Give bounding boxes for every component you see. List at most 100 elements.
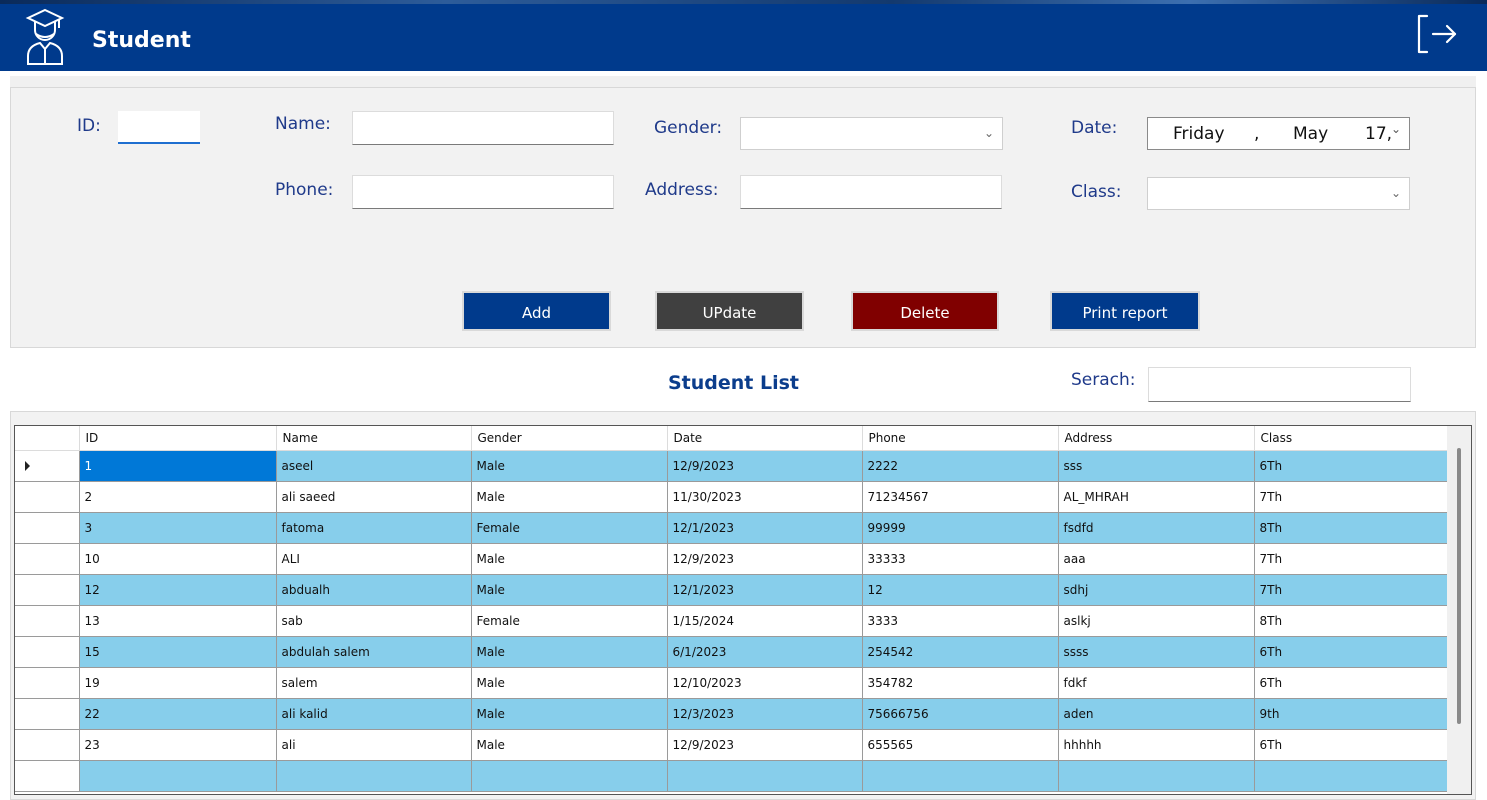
table-cell[interactable]: AL_MHRAH <box>1058 481 1255 513</box>
column-header-id[interactable]: ID <box>79 426 277 451</box>
table-cell[interactable]: 99999 <box>862 512 1059 544</box>
table-row[interactable]: 1 aseel Male 12/9/2023 2222 sss 6Th <box>15 450 1450 482</box>
table-cell[interactable]: 254542 <box>862 636 1059 668</box>
gender-select[interactable]: ⌄ <box>740 117 1003 150</box>
table-cell[interactable]: 11/30/2023 <box>667 481 863 513</box>
table-cell[interactable]: 33333 <box>862 543 1059 575</box>
table-cell[interactable]: abdualh <box>276 574 472 606</box>
scrollbar-thumb[interactable] <box>1457 448 1461 724</box>
name-input[interactable] <box>352 111 614 145</box>
table-cell[interactable]: 1/15/2024 <box>667 605 863 637</box>
table-cell[interactable]: 6Th <box>1254 450 1450 482</box>
column-header-phone[interactable]: Phone <box>862 426 1059 451</box>
table-cell[interactable]: 1 <box>79 450 277 482</box>
table-cell[interactable]: Male <box>471 543 668 575</box>
table-cell[interactable]: 2 <box>79 481 277 513</box>
table-cell[interactable]: fdkf <box>1058 667 1255 699</box>
row-header[interactable] <box>15 729 80 761</box>
table-cell[interactable]: 12/10/2023 <box>667 667 863 699</box>
logout-icon[interactable] <box>1413 10 1461 58</box>
table-cell[interactable]: 22 <box>79 698 277 730</box>
table-cell[interactable]: sss <box>1058 450 1255 482</box>
table-cell[interactable]: 12/9/2023 <box>667 450 863 482</box>
row-header[interactable] <box>15 481 80 513</box>
table-cell[interactable]: 6/1/2023 <box>667 636 863 668</box>
table-cell[interactable]: 2222 <box>862 450 1059 482</box>
column-header-gender[interactable]: Gender <box>471 426 668 451</box>
table-cell[interactable]: Male <box>471 636 668 668</box>
table-cell[interactable]: hhhhh <box>1058 729 1255 761</box>
table-cell[interactable]: 23 <box>79 729 277 761</box>
table-cell[interactable]: 6Th <box>1254 667 1450 699</box>
chevron-down-icon[interactable]: ⌄ <box>1391 122 1401 136</box>
table-cell[interactable]: sdhj <box>1058 574 1255 606</box>
table-cell[interactable]: 75666756 <box>862 698 1059 730</box>
table-row[interactable]: 19 salem Male 12/10/2023 354782 fdkf 6Th <box>15 667 1450 699</box>
column-header-class[interactable]: Class <box>1254 426 1450 451</box>
table-row[interactable]: 12 abdualh Male 12/1/2023 12 sdhj 7Th <box>15 574 1450 606</box>
table-cell[interactable]: 3 <box>79 512 277 544</box>
table-cell[interactable]: 19 <box>79 667 277 699</box>
table-cell[interactable]: 12/1/2023 <box>667 512 863 544</box>
table-cell[interactable]: 10 <box>79 543 277 575</box>
table-row[interactable]: 10 ALI Male 12/9/2023 33333 aaa 7Th <box>15 543 1450 575</box>
table-cell[interactable]: 3333 <box>862 605 1059 637</box>
table-cell[interactable]: aseel <box>276 450 472 482</box>
table-cell[interactable]: fatoma <box>276 512 472 544</box>
student-data-grid[interactable]: ID Name Gender Date Phone Address Class … <box>14 425 1472 795</box>
column-header-address[interactable]: Address <box>1058 426 1255 451</box>
phone-input[interactable] <box>352 175 614 209</box>
table-cell[interactable]: 12 <box>79 574 277 606</box>
row-header[interactable] <box>15 698 80 730</box>
table-cell[interactable]: ALI <box>276 543 472 575</box>
table-row[interactable]: 3 fatoma Female 12/1/2023 99999 fsdfd 8Th <box>15 512 1450 544</box>
row-header[interactable] <box>15 512 80 544</box>
table-cell[interactable]: 8Th <box>1254 512 1450 544</box>
table-cell[interactable]: aslkj <box>1058 605 1255 637</box>
print-report-button[interactable]: Print report <box>1050 291 1200 331</box>
table-row[interactable]: 2 ali saeed Male 11/30/2023 71234567 AL_MHRAH… <box>15 481 1450 513</box>
table-cell[interactable]: 12 <box>862 574 1059 606</box>
table-cell[interactable]: 12/9/2023 <box>667 543 863 575</box>
table-cell[interactable]: abdulah salem <box>276 636 472 668</box>
table-cell[interactable]: aden <box>1058 698 1255 730</box>
row-header[interactable] <box>15 450 80 482</box>
table-cell[interactable]: 71234567 <box>862 481 1059 513</box>
table-cell[interactable]: 7Th <box>1254 481 1450 513</box>
column-header-name[interactable]: Name <box>276 426 472 451</box>
table-cell[interactable]: Male <box>471 481 668 513</box>
vertical-scrollbar[interactable] <box>1447 426 1471 794</box>
address-input[interactable] <box>740 175 1002 209</box>
table-cell[interactable]: 6Th <box>1254 729 1450 761</box>
table-row[interactable]: 22 ali kalid Male 12/3/2023 75666756 aden 9th <box>15 698 1450 730</box>
table-cell[interactable]: 12/1/2023 <box>667 574 863 606</box>
row-header[interactable] <box>15 605 80 637</box>
table-cell[interactable]: 354782 <box>862 667 1059 699</box>
table-row[interactable]: 15 abdulah salem Male 6/1/2023 254542 ssss 6Th <box>15 636 1450 668</box>
row-header[interactable] <box>15 543 80 575</box>
table-cell[interactable]: Male <box>471 729 668 761</box>
table-cell[interactable]: Male <box>471 450 668 482</box>
table-cell[interactable]: ssss <box>1058 636 1255 668</box>
search-input[interactable] <box>1148 367 1411 402</box>
table-cell[interactable]: 8Th <box>1254 605 1450 637</box>
update-button[interactable]: UPdate <box>655 291 804 331</box>
table-cell[interactable]: Female <box>471 512 668 544</box>
row-header[interactable] <box>15 667 80 699</box>
date-picker[interactable]: Friday , May 17, ⌄ <box>1147 117 1410 150</box>
table-cell[interactable]: ali <box>276 729 472 761</box>
table-cell[interactable]: 13 <box>79 605 277 637</box>
id-input[interactable] <box>118 111 200 144</box>
column-header-date[interactable]: Date <box>667 426 863 451</box>
table-cell[interactable]: 6Th <box>1254 636 1450 668</box>
table-cell[interactable]: Female <box>471 605 668 637</box>
table-cell[interactable]: Male <box>471 574 668 606</box>
table-cell[interactable]: ali saeed <box>276 481 472 513</box>
table-cell[interactable]: 12/3/2023 <box>667 698 863 730</box>
table-cell[interactable]: aaa <box>1058 543 1255 575</box>
add-button[interactable]: Add <box>462 291 611 331</box>
table-cell[interactable]: Male <box>471 667 668 699</box>
class-select[interactable]: ⌄ <box>1147 177 1410 210</box>
table-cell[interactable]: 7Th <box>1254 574 1450 606</box>
table-cell[interactable]: 15 <box>79 636 277 668</box>
